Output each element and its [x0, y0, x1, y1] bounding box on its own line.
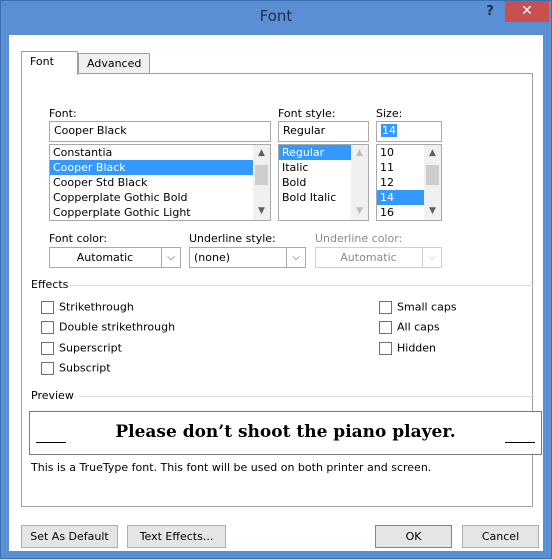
cancel-button[interactable]: Cancel — [462, 525, 539, 548]
size-listbox[interactable]: 10 11 12 14 16 ▲ ▼ — [376, 144, 442, 221]
checkbox-box[interactable] — [41, 361, 54, 375]
font-dialog: Font ? ✕ Font Advanced Font: Cooper Blac… — [0, 0, 552, 559]
preview-label: Preview — [31, 389, 74, 402]
preview-baseline-left — [36, 442, 66, 443]
dialog-client: Font Advanced Font: Cooper Black Constan… — [9, 35, 543, 551]
underline-style-value: (none) — [194, 251, 231, 264]
ok-button[interactable]: OK — [375, 525, 452, 548]
scroll-up-icon[interactable]: ▲ — [253, 145, 270, 162]
checkbox-box[interactable] — [379, 300, 392, 314]
size-label: Size: — [376, 107, 403, 120]
tab-font-label: Font — [30, 55, 54, 68]
font-style-scrollbar[interactable]: ▲ ▼ — [351, 145, 368, 220]
checkbox-label: Subscript — [59, 361, 111, 375]
underline-style-label: Underline style: — [189, 232, 276, 245]
preview-baseline-right — [505, 442, 535, 443]
scroll-up-icon[interactable]: ▲ — [424, 145, 441, 162]
scroll-down-icon[interactable]: ▼ — [351, 203, 368, 220]
underline-color-value: Automatic — [340, 251, 397, 264]
tab-advanced-label: Advanced — [87, 57, 142, 70]
checkbox-box[interactable] — [41, 341, 54, 355]
strikethrough-checkbox[interactable]: Strikethrough — [41, 300, 134, 314]
scroll-thumb[interactable] — [426, 165, 439, 185]
underline-style-dropdown[interactable]: (none) ⌵ — [189, 247, 306, 268]
font-color-dropdown[interactable]: Automatic ⌵ — [49, 247, 181, 268]
font-list-item[interactable]: Copperplate Gothic Bold — [50, 190, 270, 205]
dialog-title: Font — [259, 7, 293, 25]
font-color-label: Font color: — [49, 232, 108, 245]
superscript-checkbox[interactable]: Superscript — [41, 341, 122, 355]
checkbox-label: Small caps — [397, 300, 457, 314]
font-list-item[interactable]: Cooper Std Black — [50, 175, 270, 190]
title-bar[interactable]: Font ? ✕ — [1, 1, 551, 35]
hidden-checkbox[interactable]: Hidden — [379, 341, 436, 355]
checkbox-label: Double strikethrough — [59, 320, 176, 334]
font-name-input[interactable]: Cooper Black — [49, 121, 271, 142]
checkbox-box[interactable] — [379, 341, 392, 355]
font-style-input[interactable]: Regular — [278, 121, 369, 142]
font-style-listbox[interactable]: Regular Italic Bold Bold Italic ▲ ▼ — [278, 144, 369, 221]
text-effects-button[interactable]: Text Effects... — [127, 525, 226, 548]
checkbox-label: All caps — [397, 320, 440, 334]
all-caps-checkbox[interactable]: All caps — [379, 320, 440, 334]
subscript-checkbox[interactable]: Subscript — [41, 361, 111, 375]
preview-divider — [79, 396, 534, 397]
set-as-default-button[interactable]: Set As Default — [21, 525, 118, 548]
chevron-down-icon[interactable]: ⌵ — [286, 248, 305, 267]
font-listbox[interactable]: Constantia Cooper Black Cooper Std Black Co… — [49, 144, 271, 221]
font-list-item[interactable]: Cooper Black — [50, 160, 270, 175]
scroll-down-icon[interactable]: ▼ — [424, 203, 441, 220]
font-color-value: Automatic — [76, 251, 134, 264]
scroll-down-icon[interactable]: ▼ — [253, 203, 270, 220]
chevron-down-icon[interactable]: ⌵ — [161, 248, 180, 267]
font-list-item[interactable]: Copperplate Gothic Light — [50, 205, 270, 220]
scroll-thumb[interactable] — [255, 165, 268, 185]
size-list-scrollbar[interactable]: ▲ ▼ — [424, 145, 441, 220]
preview-box: Please don’t shoot the piano player. — [29, 411, 542, 455]
checkbox-label: Hidden — [397, 341, 437, 355]
effects-label: Effects — [31, 278, 69, 291]
underline-color-label: Underline color: — [315, 232, 403, 245]
font-list-scrollbar[interactable]: ▲ ▼ — [253, 145, 270, 220]
close-button[interactable]: ✕ — [505, 1, 549, 22]
tab-font[interactable]: Font — [21, 51, 78, 75]
small-caps-checkbox[interactable]: Small caps — [379, 300, 457, 314]
scroll-up-icon[interactable]: ▲ — [351, 145, 368, 162]
size-input[interactable]: 14 — [376, 121, 442, 142]
preview-note: This is a TrueType font. This font will … — [31, 461, 432, 474]
chevron-down-icon[interactable]: ⌵ — [422, 248, 441, 267]
font-label: Font: — [49, 107, 77, 120]
double-strikethrough-checkbox[interactable]: Double strikethrough — [41, 320, 175, 334]
font-list-item[interactable]: Constantia — [50, 145, 270, 160]
effects-divider — [69, 285, 534, 286]
checkbox-box[interactable] — [41, 300, 54, 314]
size-input-value: 14 — [381, 124, 397, 137]
font-style-label: Font style: — [278, 107, 336, 120]
checkbox-box[interactable] — [41, 320, 54, 334]
tab-advanced[interactable]: Advanced — [78, 53, 150, 75]
checkbox-label: Superscript — [59, 341, 122, 355]
help-button[interactable]: ? — [479, 3, 501, 23]
underline-color-dropdown[interactable]: Automatic ⌵ — [315, 247, 442, 268]
checkbox-box[interactable] — [379, 320, 392, 334]
checkbox-label: Strikethrough — [59, 300, 134, 314]
preview-sample-text: Please don’t shoot the piano player. — [115, 422, 456, 442]
